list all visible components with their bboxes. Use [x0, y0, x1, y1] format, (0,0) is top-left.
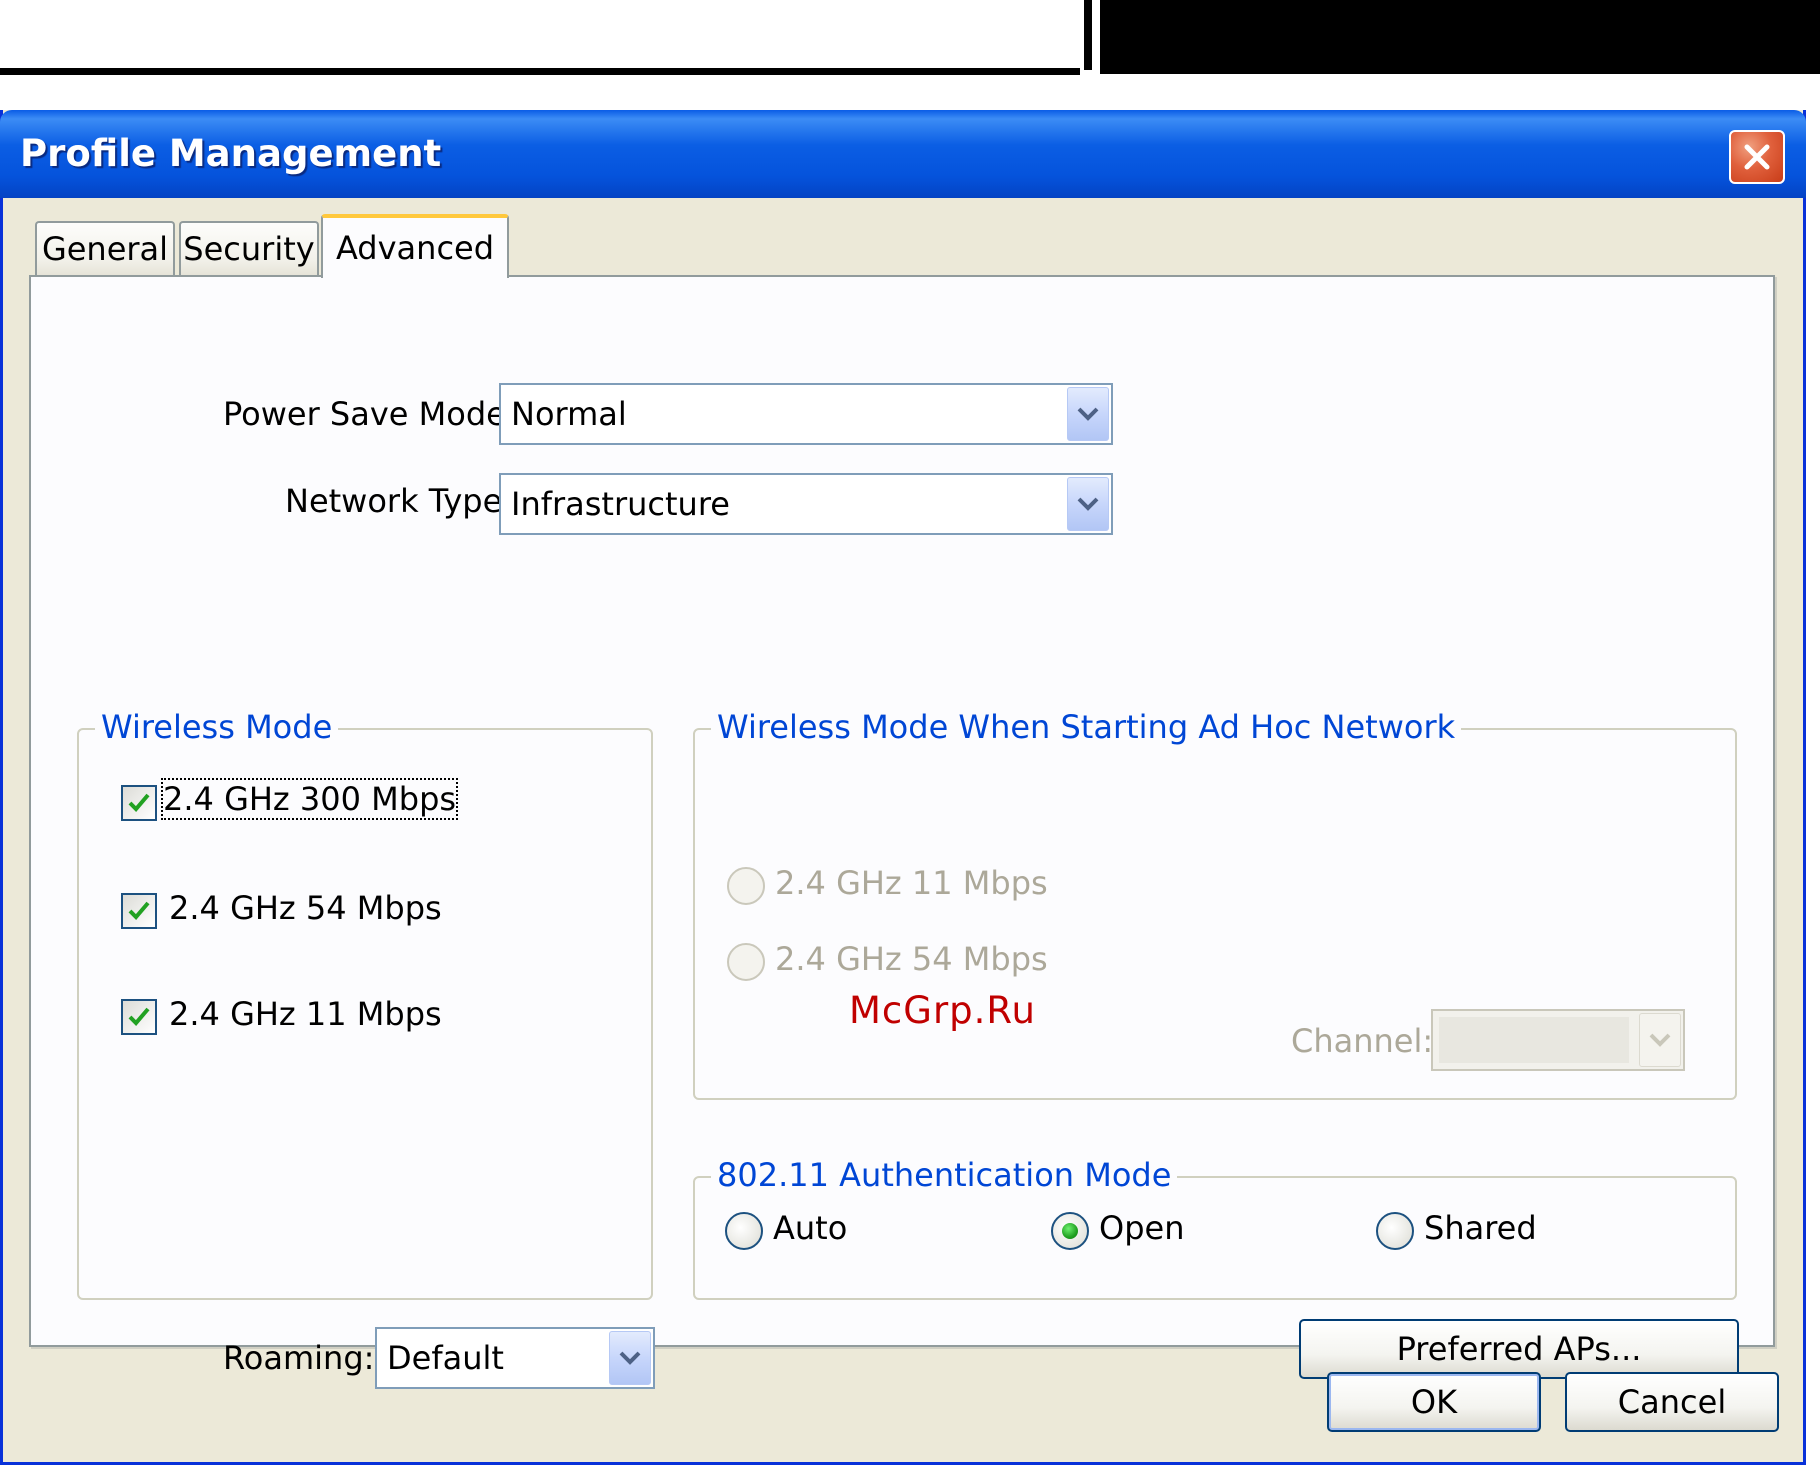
auth-shared-label[interactable]: Shared [1424, 1209, 1537, 1247]
adhoc-11-radio[interactable] [727, 867, 765, 905]
power-save-mode-select[interactable]: Normal [499, 383, 1113, 445]
wireless-mode-54-checkbox[interactable] [121, 893, 157, 929]
wireless-mode-11-label[interactable]: 2.4 GHz 11 Mbps [169, 995, 442, 1033]
checkmark-icon [128, 901, 150, 920]
roaming-value: Default [387, 1339, 504, 1377]
auth-open-label[interactable]: Open [1099, 1209, 1184, 1247]
auth-auto-label[interactable]: Auto [773, 1209, 847, 1247]
network-type-select[interactable]: Infrastructure [499, 473, 1113, 535]
roaming-select[interactable]: Default [375, 1327, 655, 1389]
radio-selected-dot [1062, 1223, 1078, 1239]
page-header-black-bar [1100, 0, 1820, 74]
network-type-label: Network Type: [285, 482, 514, 520]
window-title: Profile Management [20, 132, 442, 175]
close-button[interactable] [1729, 130, 1785, 184]
network-type-value: Infrastructure [511, 485, 730, 523]
advanced-tab-panel: Power Save Mode: Normal Network Type: In… [29, 275, 1775, 1389]
channel-value [1439, 1017, 1629, 1063]
power-save-mode-value: Normal [511, 395, 627, 433]
checkmark-icon [128, 793, 150, 812]
power-save-mode-label: Power Save Mode: [223, 395, 517, 433]
page-header-divider [1084, 0, 1092, 70]
adhoc-54-radio[interactable] [727, 943, 765, 981]
tab-general[interactable]: General [35, 221, 175, 275]
profile-management-dialog: Profile Management General Security Adva… [0, 110, 1806, 1465]
auth-mode-title: 802.11 Authentication Mode [711, 1156, 1178, 1194]
wireless-mode-title: Wireless Mode [95, 708, 339, 746]
page-header-rule [0, 68, 1080, 75]
wireless-mode-300-label[interactable]: 2.4 GHz 300 Mbps [160, 778, 459, 820]
preferred-aps-button[interactable]: Preferred APs... [1299, 1319, 1739, 1379]
title-bar[interactable]: Profile Management [0, 110, 1806, 198]
wireless-mode-54-label[interactable]: 2.4 GHz 54 Mbps [169, 889, 442, 927]
checkmark-icon [128, 1007, 150, 1026]
watermark: McGrp.Ru [849, 989, 1036, 1032]
adhoc-54-label: 2.4 GHz 54 Mbps [775, 940, 1048, 978]
chevron-down-icon[interactable] [609, 1331, 651, 1385]
adhoc-11-label: 2.4 GHz 11 Mbps [775, 864, 1048, 902]
chevron-down-icon[interactable] [1067, 387, 1109, 441]
auth-mode-group [693, 1176, 1737, 1300]
channel-label: Channel: [1291, 1022, 1434, 1060]
adhoc-mode-title: Wireless Mode When Starting Ad Hoc Netwo… [711, 708, 1462, 746]
auth-open-radio[interactable] [1051, 1212, 1089, 1250]
wireless-mode-11-checkbox[interactable] [121, 999, 157, 1035]
auth-auto-radio[interactable] [725, 1212, 763, 1250]
channel-select[interactable] [1431, 1009, 1685, 1071]
auth-shared-radio[interactable] [1376, 1212, 1414, 1250]
cancel-button[interactable]: Cancel [1565, 1372, 1779, 1432]
tab-advanced[interactable]: Advanced [321, 214, 509, 278]
ok-button[interactable]: OK [1327, 1372, 1541, 1432]
chevron-down-icon[interactable] [1067, 477, 1109, 531]
wireless-mode-300-checkbox[interactable] [121, 785, 157, 821]
close-icon [1744, 144, 1770, 170]
tab-security[interactable]: Security [179, 221, 319, 275]
chevron-down-icon [1639, 1013, 1681, 1067]
roaming-label: Roaming: [223, 1339, 375, 1377]
